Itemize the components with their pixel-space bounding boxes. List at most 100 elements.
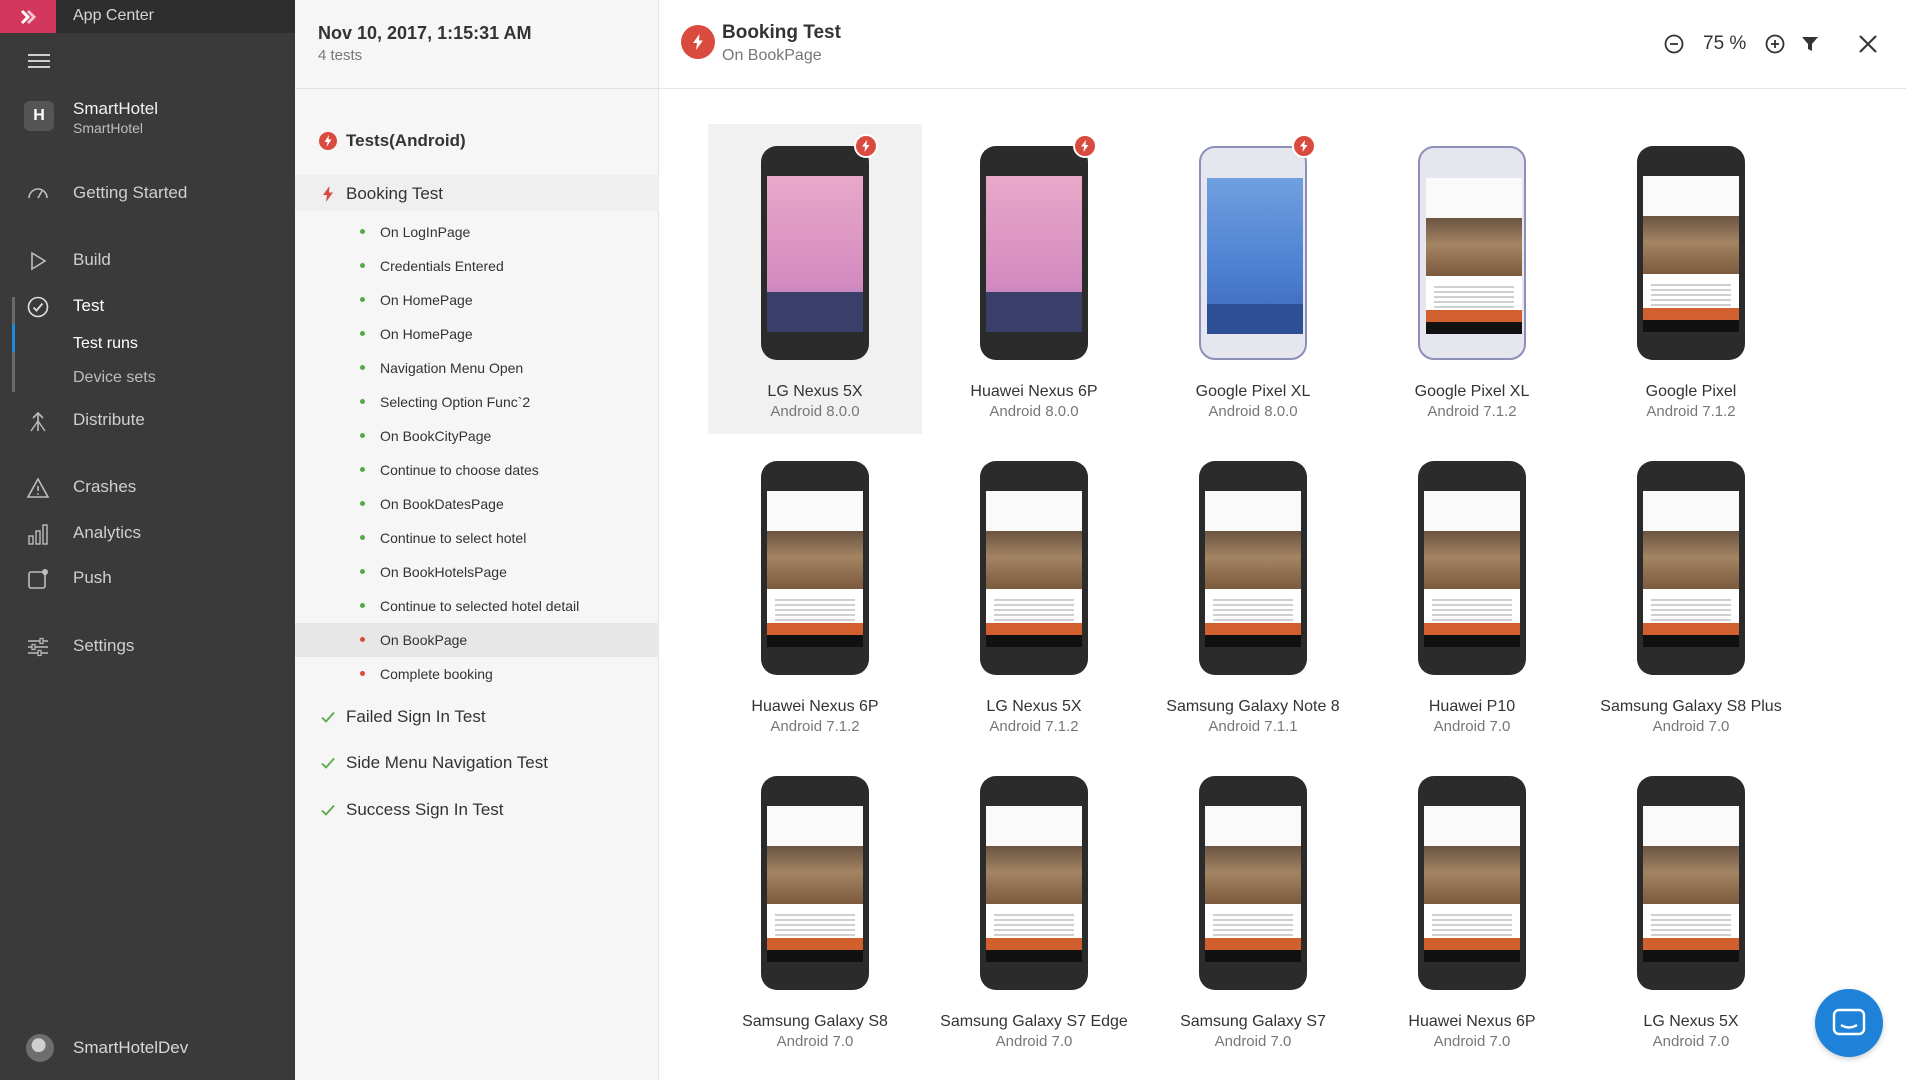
step-label: On HomePage [380,292,473,308]
nav-push[interactable]: Push [0,558,295,598]
test-run-header: Nov 10, 2017, 1:15:31 AM 4 tests [295,0,659,89]
device-card[interactable]: LG Nexus 5X Android 7.0 [1584,754,1798,1064]
device-card[interactable]: Google Pixel Android 7.1.2 [1584,124,1798,434]
passed-dot-icon [360,263,365,268]
device-card[interactable]: Google Pixel XL Android 8.0.0 [1146,124,1360,434]
step-row[interactable]: Selecting Option Func`2 [295,385,659,419]
filter-icon[interactable] [1799,33,1821,55]
failed-bolt-icon [854,134,878,158]
step-row[interactable]: On HomePage [295,283,659,317]
step-row[interactable]: Navigation Menu Open [295,351,659,385]
sidebar: App Center H SmartHotel SmartHotel Getti… [0,0,295,1080]
device-screenshot [980,461,1088,675]
tree-test-side-menu[interactable]: Side Menu Navigation Test [295,745,659,779]
device-screenshot [761,146,869,360]
device-card[interactable]: Samsung Galaxy S7 Android 7.0 [1146,754,1360,1064]
hotel-app-icon: H [24,101,54,131]
app-center-logo[interactable] [0,0,56,33]
tree-test-label: Booking Test [346,184,444,203]
nav-test[interactable]: Test [0,286,295,326]
check-icon [321,711,335,723]
device-card[interactable]: Samsung Galaxy S8 Plus Android 7.0 [1584,439,1798,749]
step-label: Selecting Option Func`2 [380,394,531,410]
passed-dot-icon [360,399,365,404]
play-icon [31,251,47,271]
nav-distribute[interactable]: Distribute [0,400,295,440]
step-label: On BookCityPage [380,428,492,444]
nav-label: Getting Started [73,183,188,202]
step-label: On HomePage [380,326,473,342]
tree-test-success-sign-in[interactable]: Success Sign In Test [295,792,659,826]
step-row[interactable]: Continue to choose dates [295,453,659,487]
device-screenshot [1418,461,1526,675]
device-name: LG Nexus 5X [1643,1013,1739,1030]
chat-button[interactable] [1815,989,1883,1057]
step-row[interactable]: On LogInPage [295,215,659,249]
step-row[interactable]: On HomePage [295,317,659,351]
device-os-version: Android 7.0 [1652,1033,1730,1050]
step-label: Credentials Entered [380,258,504,274]
device-name: LG Nexus 5X [986,698,1082,715]
nav-crashes[interactable]: Crashes [0,467,295,507]
device-card[interactable]: LG Nexus 5X Android 8.0.0 [708,124,922,434]
org-subtitle: SmartHotel [73,120,144,136]
device-screenshot [1199,776,1307,990]
device-os-version: Android 7.0 [1652,718,1730,735]
device-card[interactable]: Samsung Galaxy Note 8 Android 7.1.1 [1146,439,1360,749]
failed-dot-icon [360,637,365,642]
tree-test-label: Side Menu Navigation Test [346,753,548,772]
device-card[interactable]: Google Pixel XL Android 7.1.2 [1365,124,1579,434]
device-name: Google Pixel XL [1414,383,1530,400]
device-name: Google Pixel XL [1195,383,1311,400]
nav-analytics[interactable]: Analytics [0,513,295,553]
nav-device-sets[interactable]: Device sets [73,369,156,387]
passed-dot-icon [360,297,365,302]
nav-label: Test [73,296,105,315]
tree-group-android[interactable]: Tests(Android) [295,123,659,157]
device-card[interactable]: LG Nexus 5X Android 7.1.2 [927,439,1141,749]
tree-test-booking[interactable]: Booking Test [295,176,659,210]
step-row[interactable]: Complete booking [295,657,659,691]
nav-settings[interactable]: Settings [0,626,295,666]
device-card[interactable]: Huawei Nexus 6P Android 8.0.0 [927,124,1141,434]
passed-dot-icon [360,603,365,608]
step-label: Complete booking [380,666,493,682]
device-card[interactable]: Samsung Galaxy S7 Edge Android 7.0 [927,754,1141,1064]
user-name: SmartHotelDev [73,1038,189,1057]
step-row[interactable]: On BookCityPage [295,419,659,453]
device-screenshot [1637,776,1745,990]
step-row[interactable]: On BookHotelsPage [295,555,659,589]
hamburger-menu-icon[interactable] [28,54,50,70]
zoom-in-icon[interactable] [1764,33,1786,55]
step-row[interactable]: On BookPage [295,623,659,657]
step-label: On LogInPage [380,224,471,240]
user-profile[interactable]: SmartHotelDev [0,1028,295,1068]
step-row[interactable]: Continue to selected hotel detail [295,589,659,623]
nav-getting-started[interactable]: Getting Started [0,173,295,213]
device-card[interactable]: Huawei Nexus 6P Android 7.0 [1365,754,1579,1064]
passed-dot-icon [360,569,365,574]
device-card[interactable]: Huawei P10 Android 7.0 [1365,439,1579,749]
tree-test-failed-sign-in[interactable]: Failed Sign In Test [295,699,659,733]
push-notification-icon [28,569,48,589]
tree-test-label: Success Sign In Test [346,800,504,819]
step-label: Continue to choose dates [380,462,539,478]
nav-label: Distribute [73,410,145,429]
nav-test-runs[interactable]: Test runs [73,335,138,353]
nav-build[interactable]: Build [0,240,295,280]
zoom-out-icon[interactable] [1663,33,1685,55]
check-icon [321,804,335,816]
failed-bolt-icon [1073,134,1097,158]
step-row[interactable]: Credentials Entered [295,249,659,283]
device-card[interactable]: Huawei Nexus 6P Android 7.1.2 [708,439,922,749]
passed-dot-icon [360,535,365,540]
step-row[interactable]: Continue to select hotel [295,521,659,555]
org-switcher[interactable]: H SmartHotel SmartHotel [0,93,295,143]
check-circle-icon [27,296,49,318]
run-date: Nov 10, 2017, 1:15:31 AM [318,23,532,43]
device-os-version: Android 8.0.0 [1208,403,1298,420]
device-card[interactable]: Samsung Galaxy S8 Android 7.0 [708,754,922,1064]
close-icon[interactable] [1856,32,1880,56]
step-row[interactable]: On BookDatesPage [295,487,659,521]
device-name: LG Nexus 5X [767,383,863,400]
